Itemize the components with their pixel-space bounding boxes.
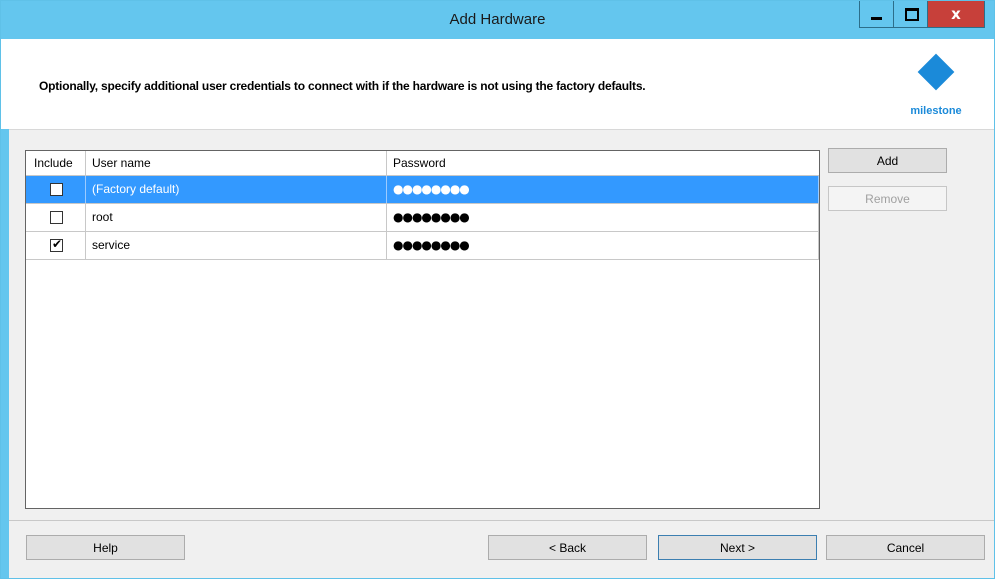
table-row[interactable]: root ●●●●●●●● bbox=[26, 204, 819, 232]
include-cell bbox=[26, 204, 86, 231]
minimize-button[interactable] bbox=[859, 1, 893, 28]
logo-text: milestone bbox=[910, 105, 962, 117]
column-header-password[interactable]: Password bbox=[387, 151, 819, 175]
maximize-icon bbox=[905, 8, 919, 21]
table-row[interactable]: ✔ service ●●●●●●●● bbox=[26, 232, 819, 260]
column-header-include[interactable]: Include bbox=[26, 151, 86, 175]
include-cell bbox=[26, 176, 86, 203]
back-button[interactable]: < Back bbox=[488, 535, 647, 560]
user-name-cell[interactable]: root bbox=[86, 204, 387, 231]
password-cell[interactable]: ●●●●●●●● bbox=[387, 176, 819, 203]
add-button[interactable]: Add bbox=[828, 148, 947, 173]
add-hardware-window: Add Hardware x Optionally, specify addit… bbox=[0, 0, 995, 579]
user-name-cell[interactable]: (Factory default) bbox=[86, 176, 387, 203]
user-name-cell[interactable]: service bbox=[86, 232, 387, 259]
wizard-header: Optionally, specify additional user cred… bbox=[1, 39, 994, 130]
include-checkbox[interactable]: ✔ bbox=[50, 237, 63, 252]
checkmark-icon: ✔ bbox=[52, 237, 63, 251]
include-checkbox[interactable] bbox=[50, 183, 63, 196]
left-accent-stripe bbox=[1, 129, 9, 578]
title-bar[interactable]: Add Hardware x bbox=[1, 1, 994, 39]
instruction-text: Optionally, specify additional user cred… bbox=[39, 79, 646, 93]
grid-header: Include User name Password bbox=[26, 151, 819, 176]
include-cell: ✔ bbox=[26, 232, 86, 259]
minimize-icon bbox=[871, 17, 882, 20]
help-button[interactable]: Help bbox=[26, 535, 185, 560]
remove-button[interactable]: Remove bbox=[828, 186, 947, 211]
footer-divider bbox=[9, 520, 994, 521]
maximize-button[interactable] bbox=[893, 1, 927, 28]
password-cell[interactable]: ●●●●●●●● bbox=[387, 232, 819, 259]
milestone-logo-icon bbox=[917, 53, 955, 91]
close-button[interactable]: x bbox=[927, 1, 985, 28]
include-checkbox[interactable] bbox=[50, 211, 63, 224]
cancel-button[interactable]: Cancel bbox=[826, 535, 985, 560]
password-cell[interactable]: ●●●●●●●● bbox=[387, 204, 819, 231]
column-header-user-name[interactable]: User name bbox=[86, 151, 387, 175]
close-icon: x bbox=[951, 5, 961, 23]
window-title: Add Hardware bbox=[449, 11, 546, 28]
credentials-grid: Include User name Password (Factory defa… bbox=[25, 150, 820, 509]
next-button[interactable]: Next > bbox=[658, 535, 817, 560]
table-row[interactable]: (Factory default) ●●●●●●●● bbox=[26, 176, 819, 204]
